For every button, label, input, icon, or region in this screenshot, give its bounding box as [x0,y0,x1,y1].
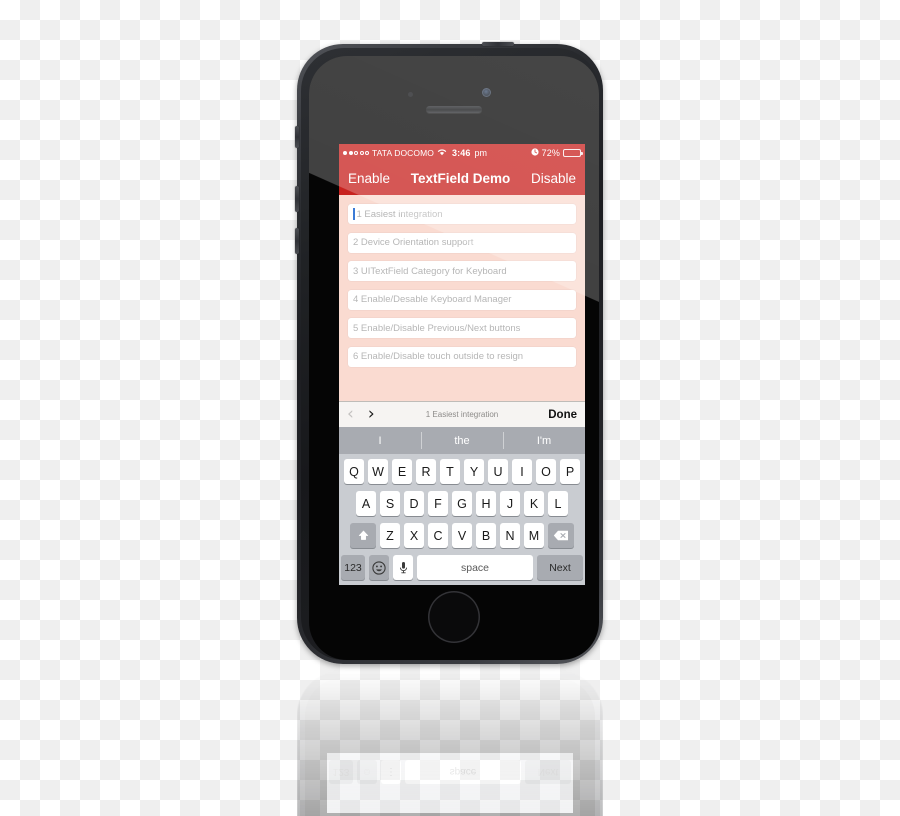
key-p[interactable]: P [560,459,580,484]
input-accessory-toolbar: ‹ › 1 Easiest integration Done [339,401,585,427]
iphone-device: TATA DOCOMO 3:46 pm 72% Enable TextField… [295,42,603,664]
key-c[interactable]: C [428,523,448,548]
front-camera-icon [482,88,491,97]
textfield-6[interactable]: 6 Enable/Disable touch outside to resign [348,346,576,367]
enable-button[interactable]: Enable [348,171,390,186]
navigation-bar: Enable TextField Demo Disable [339,162,585,195]
device-reflection: 123 ☺ ⋮ space Next [297,670,603,816]
key-l[interactable]: L [548,491,568,516]
toolbar-nav-group: ‹ › [347,406,375,423]
status-bar-left: TATA DOCOMO 3:46 pm [343,148,487,158]
keyboard-row-3: Z X C V B N M [341,523,583,548]
microphone-icon[interactable] [393,555,413,580]
return-next-key[interactable]: Next [537,555,583,580]
clock-ampm: pm [474,148,488,158]
shift-icon[interactable] [350,523,376,548]
chevron-right-icon[interactable]: › [368,406,375,423]
key-o[interactable]: O [536,459,556,484]
alarm-clock-icon [531,148,539,158]
done-button[interactable]: Done [548,409,577,421]
mute-switch[interactable] [295,126,299,148]
key-w[interactable]: W [368,459,388,484]
key-i[interactable]: I [512,459,532,484]
device-front-face: TATA DOCOMO 3:46 pm 72% Enable TextField… [309,56,599,660]
clock-time: 3:46 [452,148,471,158]
key-r[interactable]: R [416,459,436,484]
signal-strength-icon [343,151,369,155]
onscreen-keyboard: Q W E R T Y U I O P A S D F G H J K L Z … [339,454,585,585]
textfield-4[interactable]: 4 Enable/Desable Keyboard Manager [348,289,576,310]
disable-button[interactable]: Disable [531,171,576,186]
battery-percent-label: 72% [541,148,560,158]
volume-down-button[interactable] [295,228,299,254]
space-key[interactable]: space [417,555,533,580]
keyboard-row-4: 123 space Next [341,555,583,580]
key-b[interactable]: B [476,523,496,548]
textfield-3[interactable]: 3 UITextField Category for Keyboard [348,261,576,281]
key-t[interactable]: T [440,459,460,484]
volume-up-button[interactable] [295,186,299,212]
predictive-suggestion-bar: I the I'm [339,427,585,454]
status-bar-right: 72% [531,148,583,158]
screenshot-stage: TATA DOCOMO 3:46 pm 72% Enable TextField… [0,0,900,816]
chevron-left-icon[interactable]: ‹ [347,406,354,423]
delete-backspace-icon[interactable] [548,523,574,548]
key-d[interactable]: D [404,491,424,516]
key-x[interactable]: X [404,523,424,548]
battery-icon [563,149,583,157]
key-s[interactable]: S [380,491,400,516]
power-button[interactable] [482,42,514,46]
key-k[interactable]: K [524,491,544,516]
textfield-1-placeholder: 1 Easiest integration [356,208,443,220]
key-h[interactable]: H [476,491,496,516]
textfield-5[interactable]: 5 Enable/Disable Previous/Next buttons [348,318,576,338]
status-bar: TATA DOCOMO 3:46 pm 72% [339,144,585,162]
key-f[interactable]: F [428,491,448,516]
home-button[interactable] [428,591,480,643]
numbers-key[interactable]: 123 [341,555,365,580]
key-q[interactable]: Q [344,459,364,484]
text-caret [353,208,355,220]
carrier-label: TATA DOCOMO [372,148,435,158]
key-j[interactable]: J [500,491,520,516]
textfield-1[interactable]: 1 Easiest integration [348,204,576,224]
key-a[interactable]: A [356,491,376,516]
key-z[interactable]: Z [380,523,400,548]
textfield-3-placeholder: 3 UITextField Category for Keyboard [353,265,507,277]
wifi-icon [437,148,447,158]
keyboard-row-1: Q W E R T Y U I O P [341,459,583,484]
key-v[interactable]: V [452,523,472,548]
suggestion-1[interactable]: I [339,427,421,454]
key-m[interactable]: M [524,523,544,548]
phone-screen: TATA DOCOMO 3:46 pm 72% Enable TextField… [339,144,585,585]
earpiece-speaker [426,106,482,113]
textfield-2[interactable]: 2 Device Orientation support [348,232,576,253]
textfield-6-placeholder: 6 Enable/Disable touch outside to resign [353,351,524,362]
keyboard-row-2: A S D F G H J K L [341,491,583,516]
textfield-5-placeholder: 5 Enable/Disable Previous/Next buttons [353,322,521,334]
proximity-sensor-icon [408,92,413,97]
textfield-4-placeholder: 4 Enable/Desable Keyboard Manager [353,294,512,305]
emoji-smiley-icon[interactable] [369,555,389,580]
keyboard-assembly: ‹ › 1 Easiest integration Done I the I'm [339,401,585,585]
suggestion-2[interactable]: the [421,427,503,454]
page-title: TextField Demo [410,171,511,186]
device-bezel: TATA DOCOMO 3:46 pm 72% Enable TextField… [301,48,599,660]
key-y[interactable]: Y [464,459,484,484]
textfield-2-placeholder: 2 Device Orientation support [353,237,474,248]
key-u[interactable]: U [488,459,508,484]
key-n[interactable]: N [500,523,520,548]
key-e[interactable]: E [392,459,412,484]
key-g[interactable]: G [452,491,472,516]
suggestion-3[interactable]: I'm [503,427,585,454]
